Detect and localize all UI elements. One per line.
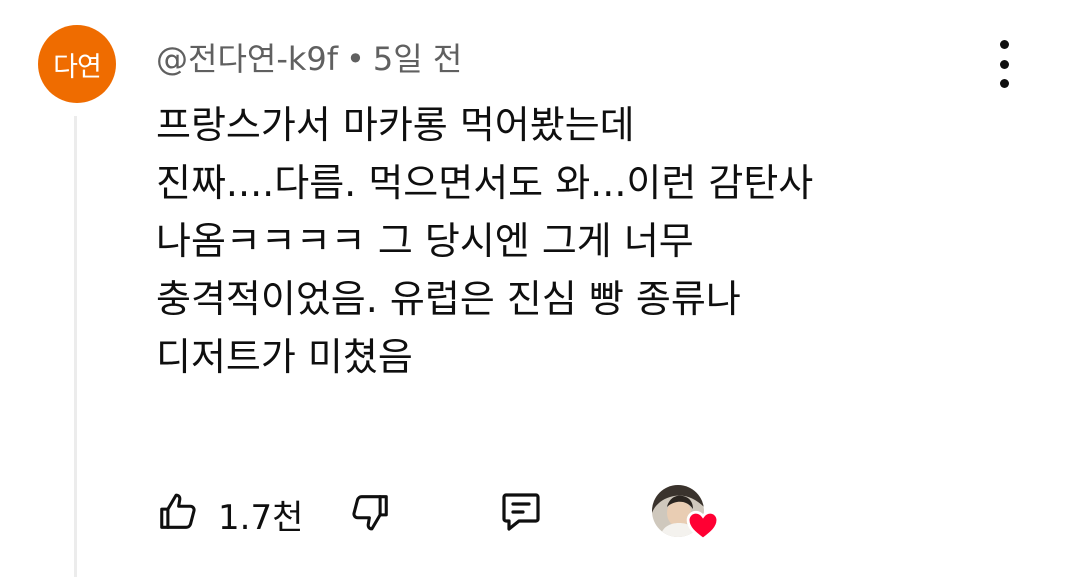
thumbs-down-icon [352,495,388,531]
heart-icon [686,510,720,541]
like-count: 1.7천 [218,498,304,538]
comment-author[interactable]: @전다연-k9f [156,34,338,80]
comment-meta: @전다연-k9f • 5일 전 [156,34,462,80]
comment-line: 진짜....다름. 먹으면서도 와...이런 감탄사 [156,161,814,205]
more-options-button[interactable] [986,40,1022,88]
more-vertical-icon-dot [999,79,1009,88]
reply-comment-icon [502,493,540,531]
reply-button[interactable] [494,484,548,540]
thread-line [74,116,77,577]
comment-text: 프랑스가서 마카롱 먹어봤는데 진짜....다름. 먹으면서도 와...이런 감… [156,96,1056,386]
comment-line: 프랑스가서 마카롱 먹어봤는데 [156,103,635,147]
dislike-button[interactable] [342,484,396,540]
creator-heart [652,485,720,543]
comment-timestamp[interactable]: 5일 전 [373,34,462,80]
like-button[interactable] [152,484,206,540]
more-vertical-icon [999,40,1009,49]
comment-line: 디저트가 미쳤음 [156,335,413,379]
meta-separator: • [346,40,365,78]
avatar-initials: 다연 [53,51,102,83]
comment-line: 나옴ㅋㅋㅋㅋ 그 당시엔 그게 너무 [156,219,694,263]
avatar[interactable]: 다연 [38,25,116,103]
thumbs-up-icon [160,493,196,529]
more-vertical-icon-dot [999,59,1009,69]
comment-line: 충격적이었음. 유럽은 진심 빵 종류나 [156,277,741,321]
comment-actions: 1.7천 [152,484,752,543]
